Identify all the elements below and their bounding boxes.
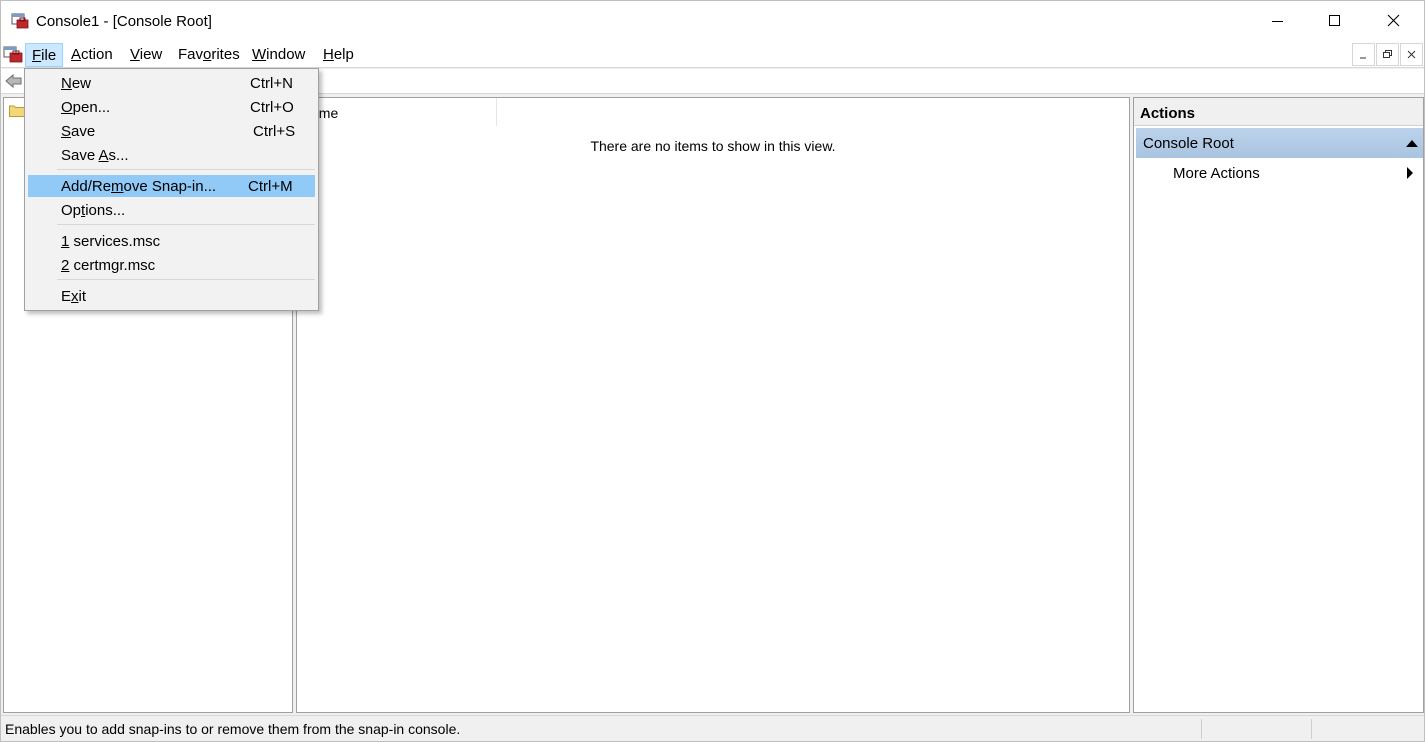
menu-item-new[interactable]: New Ctrl+N — [28, 72, 315, 94]
mdi-restore-button[interactable] — [1376, 43, 1399, 66]
mdi-restore-icon — [1383, 50, 1392, 58]
back-arrow-icon[interactable] — [5, 72, 23, 90]
menu-help-accel: H — [323, 46, 334, 63]
menu-help-label: elp — [333, 46, 354, 63]
menu-item-label: Exit — [61, 288, 87, 305]
mdi-close-button[interactable] — [1400, 43, 1423, 66]
mdi-minimize-button[interactable] — [1352, 43, 1375, 66]
menu-favorites-label: rites — [211, 46, 240, 63]
menu-item-shortcut: Ctrl+S — [253, 123, 296, 140]
menu-action-label: ction — [81, 46, 113, 63]
menu-separator — [57, 169, 315, 170]
status-text: Enables you to add snap-ins to or remove… — [5, 721, 461, 737]
menu-item-shortcut: Ctrl+M — [248, 178, 293, 195]
more-actions-label: More Actions — [1173, 165, 1260, 182]
menu-window-accel: W — [252, 46, 267, 63]
menu-view[interactable]: View — [124, 43, 168, 67]
menu-help[interactable]: Help — [317, 43, 360, 67]
minimize-icon — [1272, 21, 1283, 22]
empty-view-message: There are no items to show in this view. — [590, 138, 836, 154]
menu-window[interactable]: Window — [246, 43, 311, 67]
menu-item-label: Save As... — [61, 147, 129, 164]
menu-item-label: 2 certmgr.msc — [61, 257, 156, 274]
menu-item-label: Open... — [61, 99, 111, 116]
status-bar: Enables you to add snap-ins to or remove… — [1, 715, 1424, 741]
actions-header-label: Actions — [1140, 105, 1196, 122]
menu-item-shortcut: Ctrl+N — [250, 75, 293, 92]
menu-favorites[interactable]: Favorites — [172, 43, 246, 67]
menu-item-label: Options... — [61, 202, 126, 219]
maximize-icon — [1329, 15, 1340, 26]
menu-item-save[interactable]: Save Ctrl+S — [28, 120, 315, 142]
mdi-controls — [1352, 43, 1424, 67]
menu-file-accel: F — [32, 47, 42, 64]
status-divider — [1311, 719, 1312, 739]
window-title: Console1 - [Console Root] — [36, 13, 212, 30]
minimize-button[interactable] — [1248, 1, 1306, 41]
menu-window-label: indow — [266, 46, 306, 63]
menu-item-options[interactable]: Options... — [28, 199, 315, 221]
menu-file-label: ile — [41, 47, 57, 64]
menu-action-accel: A — [71, 46, 82, 63]
title-bar[interactable]: Console1 - [Console Root] — [1, 1, 1424, 41]
results-pane[interactable]: ame There are no items to show in this v… — [296, 97, 1130, 713]
menu-item-label: Save — [61, 123, 96, 140]
menu-separator — [57, 279, 315, 280]
menu-item-save-as[interactable]: Save As... — [28, 144, 315, 166]
mdi-minimize-icon — [1360, 57, 1366, 59]
mmc-window: Console1 - [Console Root] File Action Vi… — [0, 0, 1425, 742]
menu-item-open[interactable]: Open... Ctrl+O — [28, 96, 315, 118]
menu-item-label: Add/Remove Snap-in... — [61, 178, 217, 195]
close-icon — [1387, 14, 1400, 27]
actions-section-console-root[interactable]: Console Root — [1136, 128, 1423, 158]
mdi-close-icon — [1407, 50, 1416, 59]
submenu-arrow-icon — [1407, 167, 1413, 179]
file-menu-dropdown: New Ctrl+N Open... Ctrl+O Save Ctrl+S Sa… — [24, 68, 319, 311]
actions-header: Actions — [1134, 98, 1423, 126]
folder-icon[interactable] — [9, 104, 25, 117]
actions-section-label: Console Root — [1143, 135, 1234, 152]
mmc-app-icon — [11, 13, 29, 29]
system-menu-icon[interactable] — [3, 44, 23, 64]
collapse-icon[interactable] — [1406, 140, 1418, 147]
menu-item-exit[interactable]: Exit — [28, 285, 315, 307]
menu-item-label: New — [61, 75, 92, 92]
menu-item-label: 1 services.msc — [61, 233, 161, 250]
menu-view-accel: V — [130, 46, 140, 63]
menu-bar: File Action View Favorites Window Help — [1, 41, 1424, 68]
close-button[interactable] — [1364, 1, 1422, 41]
more-actions-link[interactable]: More Actions — [1136, 160, 1423, 188]
name-column-header[interactable]: ame — [297, 98, 497, 126]
menu-item-add-remove-snap-in[interactable]: Add/Remove Snap-in... Ctrl+M — [28, 175, 315, 197]
menu-item-recent-1[interactable]: 1 services.msc — [28, 230, 315, 252]
actions-pane: Actions Console Root More Actions — [1133, 97, 1424, 713]
maximize-button[interactable] — [1306, 1, 1364, 41]
menu-item-shortcut: Ctrl+O — [250, 99, 294, 116]
status-divider — [1201, 719, 1202, 739]
menu-favorites-pre: Fav — [178, 46, 204, 63]
menu-item-recent-2[interactable]: 2 certmgr.msc — [28, 254, 315, 276]
menu-file[interactable]: File — [25, 43, 64, 67]
menu-view-label: iew — [139, 46, 163, 63]
menu-action[interactable]: Action — [65, 43, 119, 67]
menu-separator — [57, 224, 315, 225]
